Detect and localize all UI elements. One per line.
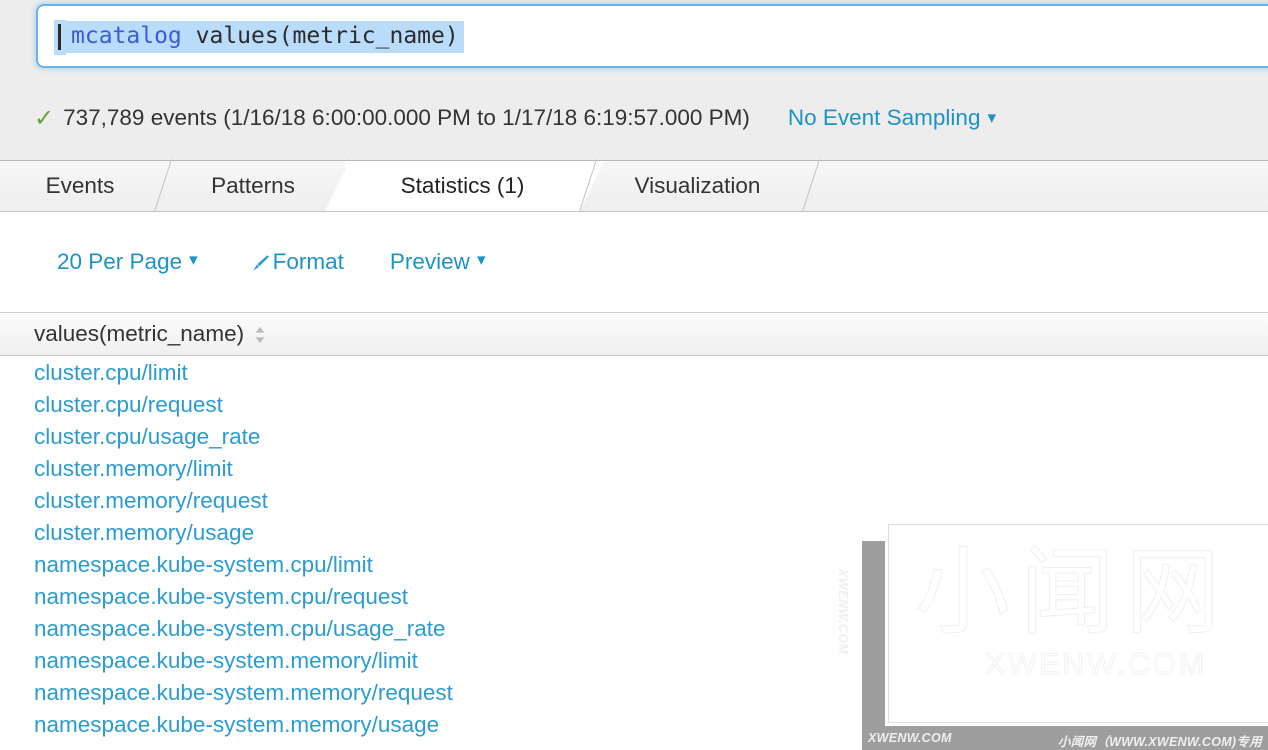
table-row[interactable]: cluster.memory/limit (0, 453, 1268, 485)
tab-label: Visualization (634, 173, 761, 198)
text-cursor (54, 19, 66, 55)
results-toolbar: 20 Per Page ▾ Format Preview ▾ (0, 212, 1268, 312)
results-tab-bar: Events Patterns Statistics (1) Visualiza… (0, 161, 1268, 212)
tab-events[interactable]: Events (0, 161, 160, 211)
format-label: Format (272, 249, 344, 274)
column-header-metric-name[interactable]: values(metric_name) (34, 321, 266, 347)
chevron-down-icon: ▾ (987, 107, 997, 127)
tab-separator (796, 161, 826, 211)
splunk-search-results-page: mcatalog values(metric_name) ✓ 737,789 e… (0, 0, 1268, 750)
table-row[interactable]: cluster.cpu/request (0, 389, 1268, 421)
event-count-group: ✓ 737,789 events (1/16/18 6:00:00.000 PM… (34, 105, 996, 131)
table-row[interactable]: namespace.kube-system.cpu/request (0, 581, 1268, 613)
table-row[interactable]: namespace.kube-system.memory/limit (0, 645, 1268, 677)
table-row[interactable]: namespace.kube-system.memory/request (0, 677, 1268, 709)
chevron-down-icon: ▾ (476, 250, 486, 269)
tab-label: Statistics (1) (400, 172, 525, 198)
tab-statistics[interactable]: Statistics (1) (345, 161, 580, 211)
check-icon: ✓ (34, 104, 55, 132)
per-page-label: 20 Per Page (57, 249, 183, 274)
tab-visualization[interactable]: Visualization (605, 161, 790, 211)
per-page-dropdown[interactable]: 20 Per Page ▾ (57, 249, 198, 275)
tab-patterns[interactable]: Patterns (178, 161, 328, 211)
event-count-summary: 737,789 events (1/16/18 6:00:00.000 PM t… (63, 104, 750, 130)
event-sampling-label: No Event Sampling (787, 104, 981, 130)
chevron-down-icon: ▾ (189, 250, 198, 269)
sort-updown-icon (254, 325, 266, 345)
event-count-bar: ✓ 737,789 events (1/16/18 6:00:00.000 PM… (0, 75, 1268, 161)
preview-dropdown[interactable]: Preview ▾ (390, 249, 486, 275)
search-bar-region: mcatalog values(metric_name) (0, 0, 1268, 75)
tab-label: Patterns (211, 173, 295, 198)
table-row[interactable]: namespace.kube-system.cpu/usage_rate (0, 613, 1268, 645)
search-query-args: values(metric_name) (181, 22, 459, 49)
search-query-command: mcatalog (71, 22, 182, 49)
column-header-label: values(metric_name) (34, 321, 245, 346)
event-sampling-dropdown[interactable]: No Event Sampling ▾ (788, 105, 996, 131)
table-row[interactable]: cluster.cpu/usage_rate (0, 421, 1268, 453)
search-query-text: mcatalog values(metric_name) (66, 20, 464, 54)
tab-label: Events (45, 173, 115, 198)
table-row[interactable]: cluster.memory/usage (0, 517, 1268, 549)
preview-label: Preview (389, 249, 470, 274)
table-row[interactable]: namespace.kube-system.cpu/limit (0, 549, 1268, 581)
format-button[interactable]: Format (250, 249, 344, 275)
table-row[interactable]: cluster.memory/request (0, 485, 1268, 517)
search-query-input[interactable]: mcatalog values(metric_name) (54, 19, 464, 55)
table-row[interactable]: namespace.kube-system.memory/usage (0, 709, 1268, 741)
search-query-box[interactable]: mcatalog values(metric_name) (36, 4, 1268, 68)
results-table-body: cluster.cpu/limit cluster.cpu/request cl… (0, 357, 1268, 741)
brush-icon (250, 253, 271, 274)
results-table-header: values(metric_name) (0, 312, 1268, 356)
table-row[interactable]: cluster.cpu/limit (0, 357, 1268, 389)
tab-active-edge-right (580, 161, 604, 211)
